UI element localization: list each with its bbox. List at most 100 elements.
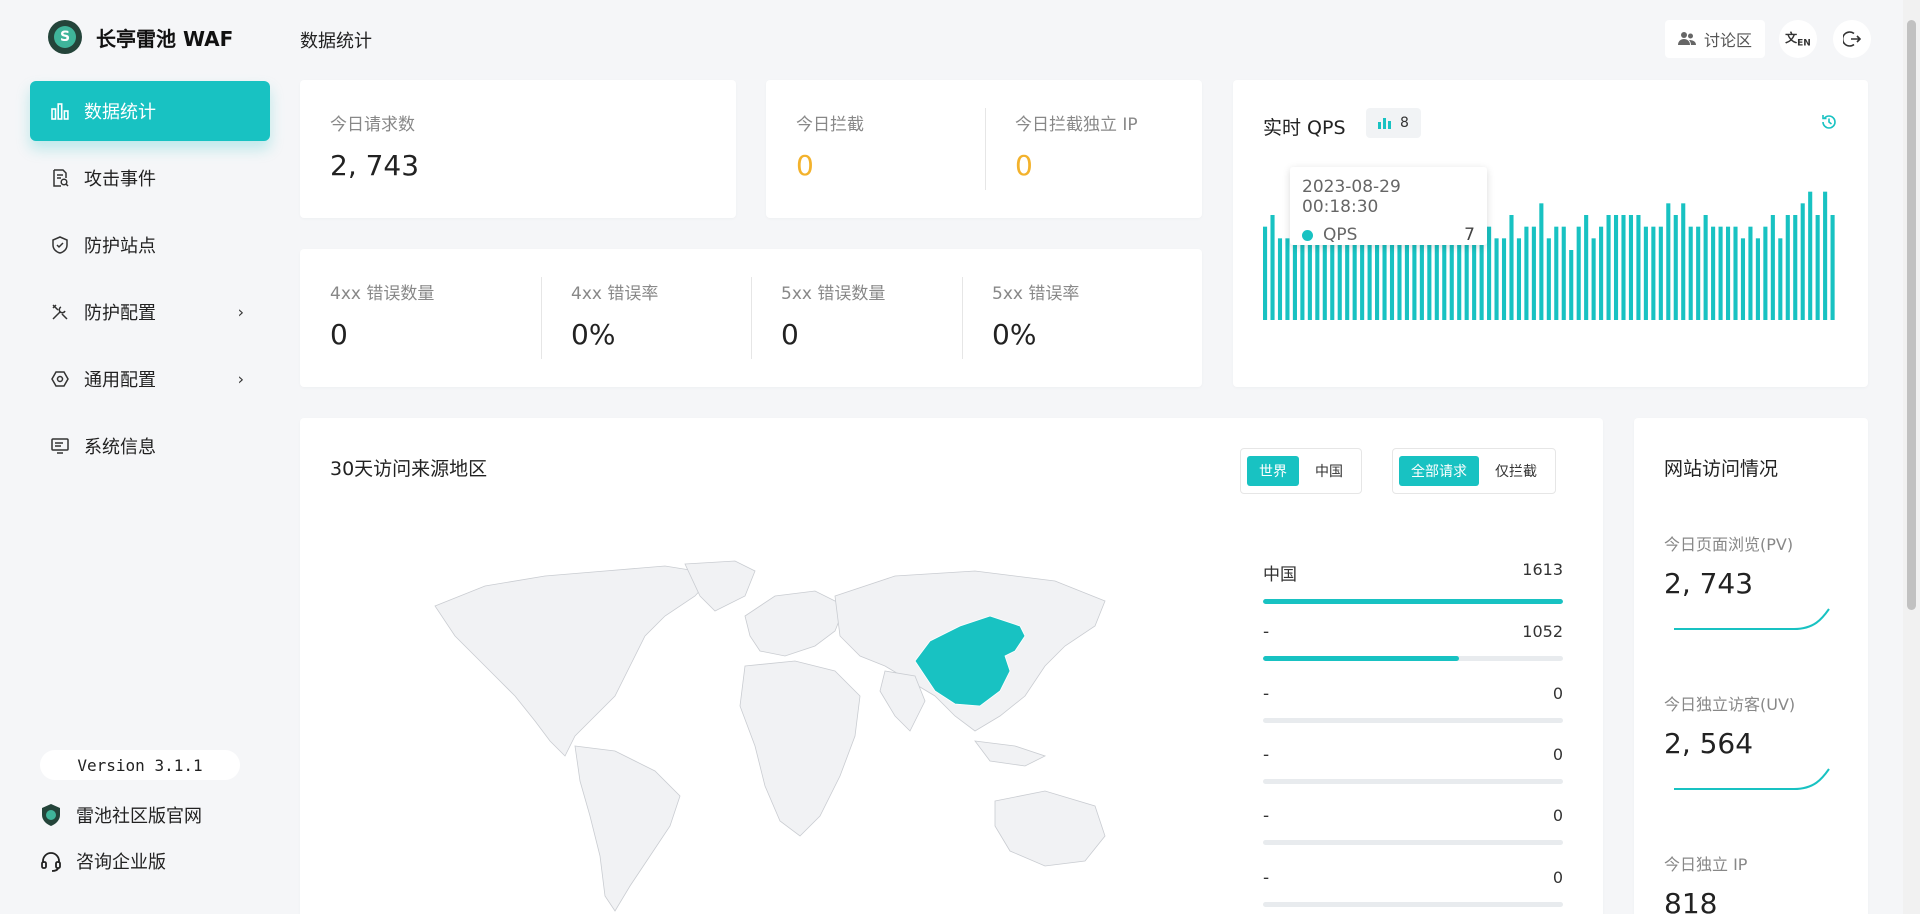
qps-bar[interactable] [1554,226,1559,320]
qps-bar[interactable] [1725,226,1731,320]
qps-bar[interactable] [1606,215,1611,320]
qps-bar[interactable] [1307,238,1312,320]
qps-bar[interactable] [1823,191,1828,320]
sidebar-item-protected-sites[interactable]: 防护站点 [30,215,270,275]
qps-bar[interactable] [1277,238,1283,320]
qps-bar[interactable] [1800,203,1805,320]
qps-bar[interactable] [1516,238,1522,320]
sidebar-item-general-config[interactable]: 通用配置 › [30,349,270,409]
tab-china[interactable]: 中国 [1303,456,1355,486]
qps-bar[interactable] [1501,238,1507,320]
qps-bar[interactable] [1733,226,1738,320]
qps-bar[interactable] [1584,215,1589,320]
qps-bar[interactable] [1322,238,1327,320]
world-map[interactable] [415,556,1115,914]
qps-bar[interactable] [1643,226,1648,320]
app-logo[interactable]: S 长亭雷池 WAF [48,20,233,54]
qps-bar[interactable] [1778,238,1783,320]
tab-world[interactable]: 世界 [1247,456,1299,486]
qps-bar[interactable] [1561,226,1566,320]
qps-bar[interactable] [1696,226,1701,320]
qps-bar[interactable] [1285,238,1290,320]
qps-bar[interactable] [1472,238,1477,320]
qps-bar[interactable] [1830,215,1835,320]
qps-bar[interactable] [1576,226,1581,320]
qps-bar[interactable] [1651,226,1656,320]
sidebar-item-attack-events[interactable]: 攻击事件 [30,148,270,208]
forum-button[interactable]: 讨论区 [1665,20,1765,58]
tab-blocked-only[interactable]: 仅拦截 [1483,456,1549,486]
tab-all-requests[interactable]: 全部请求 [1399,456,1479,486]
qps-bar[interactable] [1628,215,1634,320]
qps-bar[interactable] [1770,215,1775,320]
qps-bar[interactable] [1404,238,1409,320]
visits-title: 网站访问情况 [1664,458,1779,480]
qps-bar[interactable] [1546,238,1551,320]
qps-bar[interactable] [1360,238,1365,320]
qps-bar[interactable] [1524,226,1529,320]
qps-bar[interactable] [1457,238,1462,320]
qps-bar[interactable] [1658,226,1663,320]
qps-bar[interactable] [1793,215,1798,320]
qps-bar[interactable] [1487,226,1492,320]
qps-bar[interactable] [1599,226,1604,320]
qps-bar[interactable] [1755,238,1760,320]
scroll-thumb[interactable] [1907,20,1916,610]
sidebar-item-protection-config[interactable]: 防护配置 › [30,282,270,342]
qps-bar[interactable] [1315,238,1320,320]
qps-bar[interactable] [1292,238,1297,320]
qps-bar[interactable] [1748,226,1753,320]
qps-bar[interactable] [1613,215,1619,320]
qps-bar[interactable] [1621,215,1626,320]
history-icon[interactable] [1820,113,1838,135]
qps-bar[interactable] [1464,238,1469,320]
qps-bar[interactable] [1636,215,1641,320]
qps-bar[interactable] [1509,215,1514,320]
qps-bar[interactable] [1531,226,1536,320]
sidebar-item-system-info[interactable]: 系统信息 [30,416,270,476]
qps-bar[interactable] [1815,215,1820,320]
qps-bar[interactable] [1442,238,1447,320]
qps-bar[interactable] [1412,238,1417,320]
logout-button[interactable] [1833,20,1871,58]
qps-bar[interactable] [1808,191,1813,320]
qps-bar[interactable] [1419,238,1424,320]
qps-bar[interactable] [1591,238,1596,320]
qps-bar[interactable] [1539,203,1544,320]
qps-bar[interactable] [1569,250,1574,320]
enterprise-consult-link[interactable]: 咨询企业版 [40,848,166,874]
qps-bar[interactable] [1479,238,1484,320]
qps-bar[interactable] [1740,238,1746,320]
qps-bar[interactable] [1382,238,1387,320]
qps-bar[interactable] [1330,238,1335,320]
qps-bar[interactable] [1711,226,1716,320]
qps-bar[interactable] [1345,238,1350,320]
qps-bar[interactable] [1681,203,1686,320]
qps-bar[interactable] [1494,238,1499,320]
qps-bar[interactable] [1718,226,1723,320]
community-site-link[interactable]: 雷池社区版官网 [40,802,202,828]
qps-bar[interactable] [1352,238,1357,320]
qps-bar[interactable] [1270,215,1275,320]
region-row: -0 [1263,868,1563,907]
qps-bar[interactable] [1434,238,1439,320]
qps-bar[interactable] [1449,238,1454,320]
qps-bar[interactable] [1427,238,1432,320]
sidebar-item-dashboard[interactable]: 数据统计 [30,81,270,141]
qps-bar[interactable] [1763,226,1768,320]
qps-bar[interactable] [1397,238,1402,320]
qps-bar[interactable] [1703,215,1708,320]
qps-bar[interactable] [1367,238,1372,320]
qps-bar[interactable] [1673,215,1678,320]
page-scrollbar[interactable] [1903,0,1920,914]
language-button[interactable]: 文EN [1779,20,1817,58]
qps-bar[interactable] [1666,203,1671,320]
qps-bar[interactable] [1337,238,1342,320]
qps-bar[interactable] [1688,226,1693,320]
region-row: -0 [1263,684,1563,723]
qps-bar[interactable] [1263,226,1268,320]
qps-bar[interactable] [1785,215,1790,320]
qps-bar[interactable] [1389,238,1395,320]
qps-bar[interactable] [1375,238,1380,320]
qps-bar[interactable] [1300,238,1305,320]
